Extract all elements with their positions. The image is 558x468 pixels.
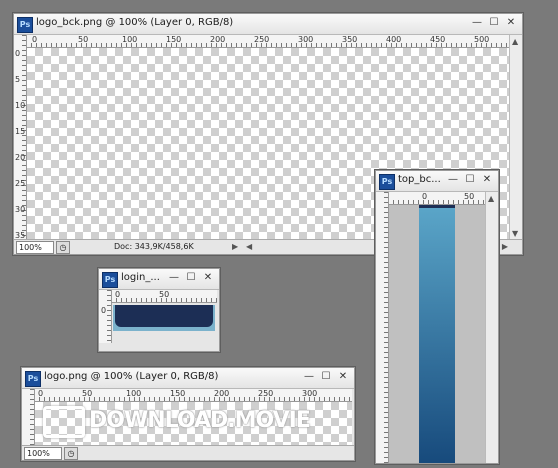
ruler-tick: 25 (15, 179, 26, 188)
ruler-tick: 5 (15, 75, 21, 84)
title-bar[interactable]: Ps login_... — ☐ ✕ (99, 269, 219, 290)
restore-icon[interactable]: ☐ (184, 271, 198, 285)
ruler-tick: 0 (422, 192, 428, 201)
ruler-tick: 10 (15, 101, 26, 110)
ruler-tick: 0 (101, 306, 107, 315)
ruler-tick: 50 (82, 389, 93, 398)
title-bar[interactable]: Ps top_bc... — ☐ ✕ (376, 171, 498, 192)
ruler-tick: 250 (258, 389, 274, 398)
ruler-tick: 300 (302, 389, 318, 398)
ruler-tick: 50 (159, 290, 170, 299)
logo-canvas[interactable]: DOWNLOAD.MOVIE (35, 402, 352, 445)
scroll-up-icon[interactable]: ▲ (488, 194, 494, 203)
watermark-text: DOWNLOAD.MOVIE (89, 408, 311, 433)
scroll-up-icon[interactable]: ▲ (512, 37, 518, 46)
vertical-ruler: 0 (99, 290, 112, 343)
restore-icon[interactable]: ☐ (463, 173, 477, 187)
ruler-tick: 200 (210, 35, 226, 44)
ruler-tick: 30 (15, 205, 26, 214)
document-status-icon[interactable]: ◷ (56, 241, 70, 254)
ruler-tick: 200 (214, 389, 230, 398)
minimize-icon[interactable]: — (302, 370, 316, 384)
ruler-tick: 100 (122, 35, 138, 44)
ruler-tick: 20 (15, 153, 26, 162)
watermark-logo (43, 406, 85, 438)
horizontal-ruler: 0 50 100 150 200 250 300 350 400 450 500 (26, 35, 510, 48)
ruler-tick: 100 (126, 389, 142, 398)
ruler-tick: 0 (32, 35, 38, 44)
ruler-tick: 15 (15, 127, 26, 136)
minimize-icon[interactable]: — (446, 173, 460, 187)
ps-icon: Ps (17, 17, 33, 33)
window-title: logo_bck.png @ 100% (Layer 0, RGB/8) (36, 17, 234, 28)
horizontal-ruler: 0 50 (111, 290, 217, 303)
ps-icon: Ps (102, 272, 118, 288)
scroll-left-icon[interactable]: ◀ (246, 242, 252, 251)
vertical-ruler: 0 5 10 15 20 25 30 35 (14, 35, 27, 240)
ruler-tick: 50 (464, 192, 475, 201)
status-menu-icon[interactable]: ▶ (232, 242, 238, 251)
ps-icon: Ps (25, 371, 41, 387)
close-icon[interactable]: ✕ (480, 173, 494, 187)
scroll-down-icon[interactable]: ▼ (512, 229, 518, 238)
login-bar-image[interactable] (113, 305, 215, 331)
ruler-tick: 400 (386, 35, 402, 44)
vertical-ruler (22, 389, 35, 446)
restore-icon[interactable]: ☐ (487, 16, 501, 30)
restore-icon[interactable]: ☐ (319, 370, 333, 384)
window-title: login_... (121, 272, 160, 283)
ps-icon: Ps (379, 174, 395, 190)
zoom-field[interactable]: 100% (16, 241, 54, 254)
horizontal-ruler: 0 50 100 150 200 250 300 (34, 389, 352, 402)
ruler-tick: 50 (78, 35, 89, 44)
title-bar[interactable]: Ps logo_bck.png @ 100% (Layer 0, RGB/8) … (14, 14, 522, 35)
ruler-tick: 500 (474, 35, 490, 44)
login-window[interactable]: Ps login_... — ☐ ✕ 0 50 0 (98, 268, 220, 352)
status-bar: 100% ◷ (22, 445, 354, 460)
title-bar[interactable]: Ps logo.png @ 100% (Layer 0, RGB/8) — ☐ … (22, 368, 354, 389)
vertical-scrollbar[interactable]: ▲ ▼ (509, 35, 522, 240)
ruler-tick: 150 (170, 389, 186, 398)
document-status-icon[interactable]: ◷ (64, 447, 78, 460)
close-icon[interactable]: ✕ (201, 271, 215, 285)
vertical-scrollbar[interactable]: ▲ (485, 192, 498, 463)
window-title: logo.png @ 100% (Layer 0, RGB/8) (44, 371, 219, 382)
doc-size: Doc: 343,9K/458,6K (114, 242, 194, 251)
top-bc-window[interactable]: Ps top_bc... — ☐ ✕ 0 50 ▲ (375, 170, 499, 464)
close-icon[interactable]: ✕ (336, 370, 350, 384)
minimize-icon[interactable]: — (167, 271, 181, 285)
zoom-field[interactable]: 100% (24, 447, 62, 460)
ruler-tick: 0 (15, 49, 21, 58)
horizontal-ruler: 0 50 (388, 192, 486, 205)
vertical-ruler (376, 192, 389, 463)
ruler-tick: 250 (254, 35, 270, 44)
gradient-bar-image[interactable] (419, 205, 455, 463)
ruler-tick: 0 (38, 389, 44, 398)
ruler-tick: 450 (430, 35, 446, 44)
minimize-icon[interactable]: — (470, 16, 484, 30)
ruler-tick: 300 (298, 35, 314, 44)
ruler-tick: 0 (115, 290, 121, 299)
ruler-tick: 150 (166, 35, 182, 44)
close-icon[interactable]: ✕ (504, 16, 518, 30)
scroll-right-icon[interactable]: ▶ (502, 242, 508, 251)
window-title: top_bc... (398, 174, 441, 185)
ruler-tick: 350 (342, 35, 358, 44)
logo-window[interactable]: Ps logo.png @ 100% (Layer 0, RGB/8) — ☐ … (21, 367, 355, 461)
